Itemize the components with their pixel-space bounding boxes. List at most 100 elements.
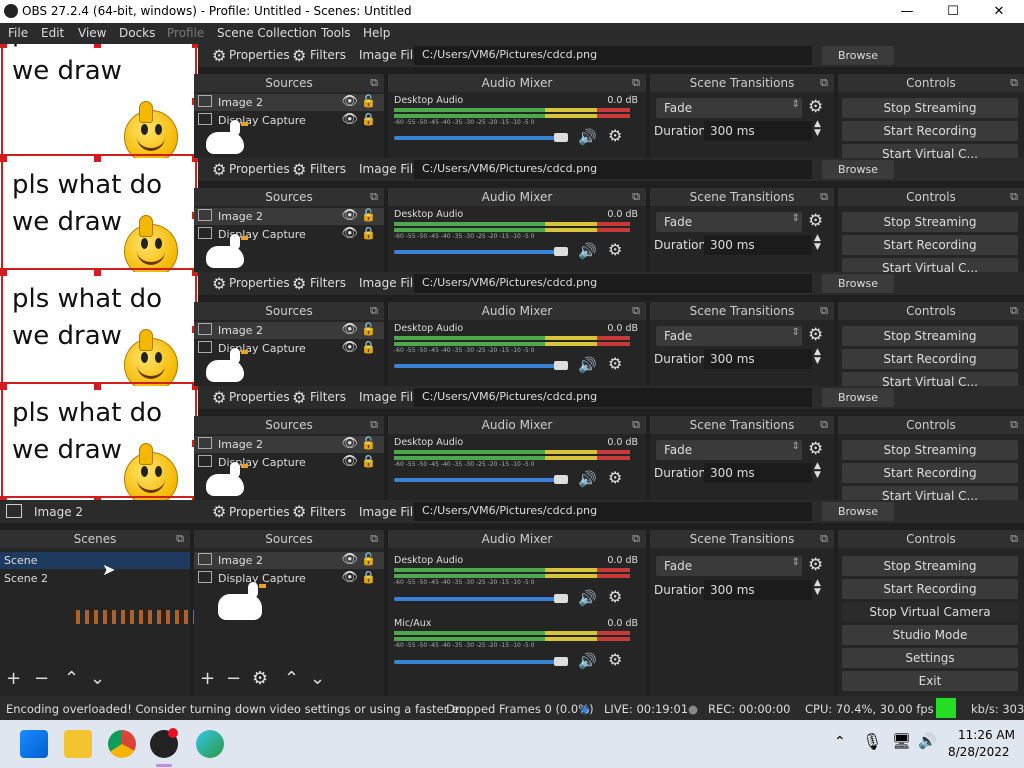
- start-recording-button[interactable]: Start Recording: [842, 235, 1018, 255]
- browse-button[interactable]: Browse: [822, 46, 894, 65]
- gear-icon[interactable]: ⚙: [808, 97, 823, 117]
- add-icon[interactable]: +: [200, 668, 215, 689]
- remove-icon[interactable]: −: [34, 668, 49, 689]
- network-icon[interactable]: 🖥: [892, 732, 911, 750]
- properties-button[interactable]: Properties: [229, 162, 290, 176]
- transition-select[interactable]: Fade ⇕: [656, 440, 802, 460]
- duration-field[interactable]: 300 ms: [704, 463, 812, 483]
- image-file-path-field[interactable]: C:/Users/VM6/Pictures/cdcd.png: [414, 274, 812, 293]
- browse-button[interactable]: Browse: [822, 160, 894, 179]
- start-recording-button[interactable]: Start Recording: [842, 121, 1018, 141]
- browse-button[interactable]: Browse: [822, 388, 894, 407]
- lock-icon[interactable]: 🔒: [361, 340, 376, 354]
- volume-slider-knob[interactable]: [554, 594, 568, 603]
- source-item[interactable]: Image 2 👁 🔓: [194, 552, 384, 569]
- float-icon[interactable]: ⧉: [370, 530, 378, 548]
- volume-icon[interactable]: 🔊: [918, 732, 937, 750]
- settings-button[interactable]: Settings: [842, 648, 1018, 668]
- eye-icon[interactable]: 👁: [341, 436, 358, 451]
- preview-canvas[interactable]: pls what do we draw: [0, 386, 198, 500]
- gear-icon[interactable]: ⚙: [808, 211, 823, 231]
- gear-icon[interactable]: ⚙: [808, 325, 823, 345]
- lock-icon[interactable]: 🔒: [361, 454, 376, 468]
- filters-button[interactable]: Filters: [310, 276, 346, 290]
- stop-streaming-button[interactable]: Stop Streaming: [842, 212, 1018, 232]
- volume-slider-knob[interactable]: [554, 475, 568, 484]
- close-button[interactable]: ✕: [976, 2, 1022, 21]
- add-icon[interactable]: +: [6, 668, 21, 689]
- filters-button[interactable]: Filters: [310, 390, 346, 404]
- windows-start-icon[interactable]: [20, 730, 48, 758]
- source-item[interactable]: Display Capture 👁 🔒: [194, 226, 384, 243]
- menu-file[interactable]: File: [8, 26, 28, 40]
- source-item[interactable]: Display Capture 👁 🔒: [194, 112, 384, 129]
- transition-select[interactable]: Fade ⇕: [656, 326, 802, 346]
- duration-field[interactable]: 300 ms: [704, 349, 812, 369]
- preview-canvas[interactable]: pls what do we draw: [0, 272, 198, 386]
- maximize-button[interactable]: ☐: [930, 2, 976, 21]
- volume-slider[interactable]: [394, 478, 564, 482]
- float-icon[interactable]: ⧉: [820, 416, 828, 434]
- source-item[interactable]: Image 2 👁 🔓: [194, 436, 384, 453]
- image-file-path-field[interactable]: C:/Users/VM6/Pictures/cdcd.png: [414, 502, 812, 521]
- preview-canvas[interactable]: pls what do we draw: [0, 158, 198, 272]
- filters-button[interactable]: Filters: [310, 162, 346, 176]
- clock-time[interactable]: 11:26 AM: [958, 728, 1015, 742]
- clock-date[interactable]: 8/28/2022: [948, 745, 1010, 759]
- transition-select[interactable]: Fade ⇕: [656, 98, 802, 118]
- source-selection-box[interactable]: [1, 386, 197, 498]
- float-icon[interactable]: ⧉: [632, 530, 640, 548]
- float-icon[interactable]: ⧉: [820, 530, 828, 548]
- float-icon[interactable]: ⧉: [820, 74, 828, 92]
- float-icon[interactable]: ⧉: [632, 416, 640, 434]
- float-icon[interactable]: ⧉: [370, 74, 378, 92]
- volume-slider[interactable]: [394, 660, 564, 664]
- float-icon[interactable]: ⧉: [820, 302, 828, 320]
- preview-canvas[interactable]: pls what do we draw: [0, 44, 198, 158]
- gear-icon[interactable]: ⚙: [808, 439, 823, 459]
- browse-button[interactable]: Browse: [822, 274, 894, 293]
- volume-slider[interactable]: [394, 250, 564, 254]
- microphone-icon[interactable]: 🎙: [862, 732, 882, 751]
- volume-slider-knob[interactable]: [554, 247, 568, 256]
- source-item[interactable]: Display Capture 👁 🔒: [194, 340, 384, 357]
- duration-spinner[interactable]: ▲ ▼: [814, 579, 821, 597]
- eye-icon[interactable]: 👁: [341, 112, 358, 127]
- edge-icon[interactable]: [196, 730, 224, 758]
- chevron-up-icon[interactable]: ⌃: [834, 734, 846, 750]
- gear-icon[interactable]: ⚙: [608, 126, 622, 145]
- gear-icon[interactable]: ⚙: [608, 468, 622, 487]
- source-item[interactable]: Display Capture 👁 🔒: [194, 454, 384, 471]
- filters-button[interactable]: Filters: [310, 505, 346, 519]
- menu-edit[interactable]: Edit: [41, 26, 64, 40]
- menu-help[interactable]: Help: [363, 26, 390, 40]
- move-up-icon[interactable]: ⌃: [284, 668, 299, 689]
- source-item[interactable]: Display Capture 👁 🔒: [194, 570, 384, 587]
- minimize-button[interactable]: —: [884, 2, 930, 21]
- gear-icon[interactable]: ⚙: [608, 587, 622, 606]
- scene-item[interactable]: Scene 2: [0, 570, 190, 587]
- lock-icon[interactable]: 🔒: [361, 226, 376, 240]
- source-selection-box[interactable]: [1, 44, 197, 156]
- volume-slider-knob[interactable]: [554, 361, 568, 370]
- start-recording-button[interactable]: Start Recording: [842, 463, 1018, 483]
- source-selection-box[interactable]: [1, 158, 197, 270]
- source-selection-box[interactable]: [1, 272, 197, 384]
- float-icon[interactable]: ⧉: [1010, 74, 1018, 92]
- properties-button[interactable]: Properties: [229, 48, 290, 62]
- eye-icon[interactable]: 👁: [341, 454, 358, 469]
- float-icon[interactable]: ⧉: [1010, 416, 1018, 434]
- speaker-icon[interactable]: 🔊: [578, 242, 597, 260]
- start-virtual-camera-button[interactable]: Start Virtual C...: [842, 372, 1018, 386]
- float-icon[interactable]: ⧉: [370, 416, 378, 434]
- start-virtual-camera-button[interactable]: Start Virtual C...: [842, 258, 1018, 272]
- speaker-icon[interactable]: 🔊: [578, 470, 597, 488]
- browse-button[interactable]: Browse: [822, 502, 894, 521]
- eye-icon[interactable]: 👁: [341, 208, 358, 223]
- eye-icon[interactable]: 👁: [341, 340, 358, 355]
- unlock-icon[interactable]: 🔓: [361, 552, 376, 566]
- speaker-icon[interactable]: 🔊: [578, 356, 597, 374]
- eye-icon[interactable]: 👁: [341, 570, 358, 585]
- menu-tools[interactable]: Tools: [321, 26, 351, 40]
- speaker-icon[interactable]: 🔊: [578, 128, 597, 146]
